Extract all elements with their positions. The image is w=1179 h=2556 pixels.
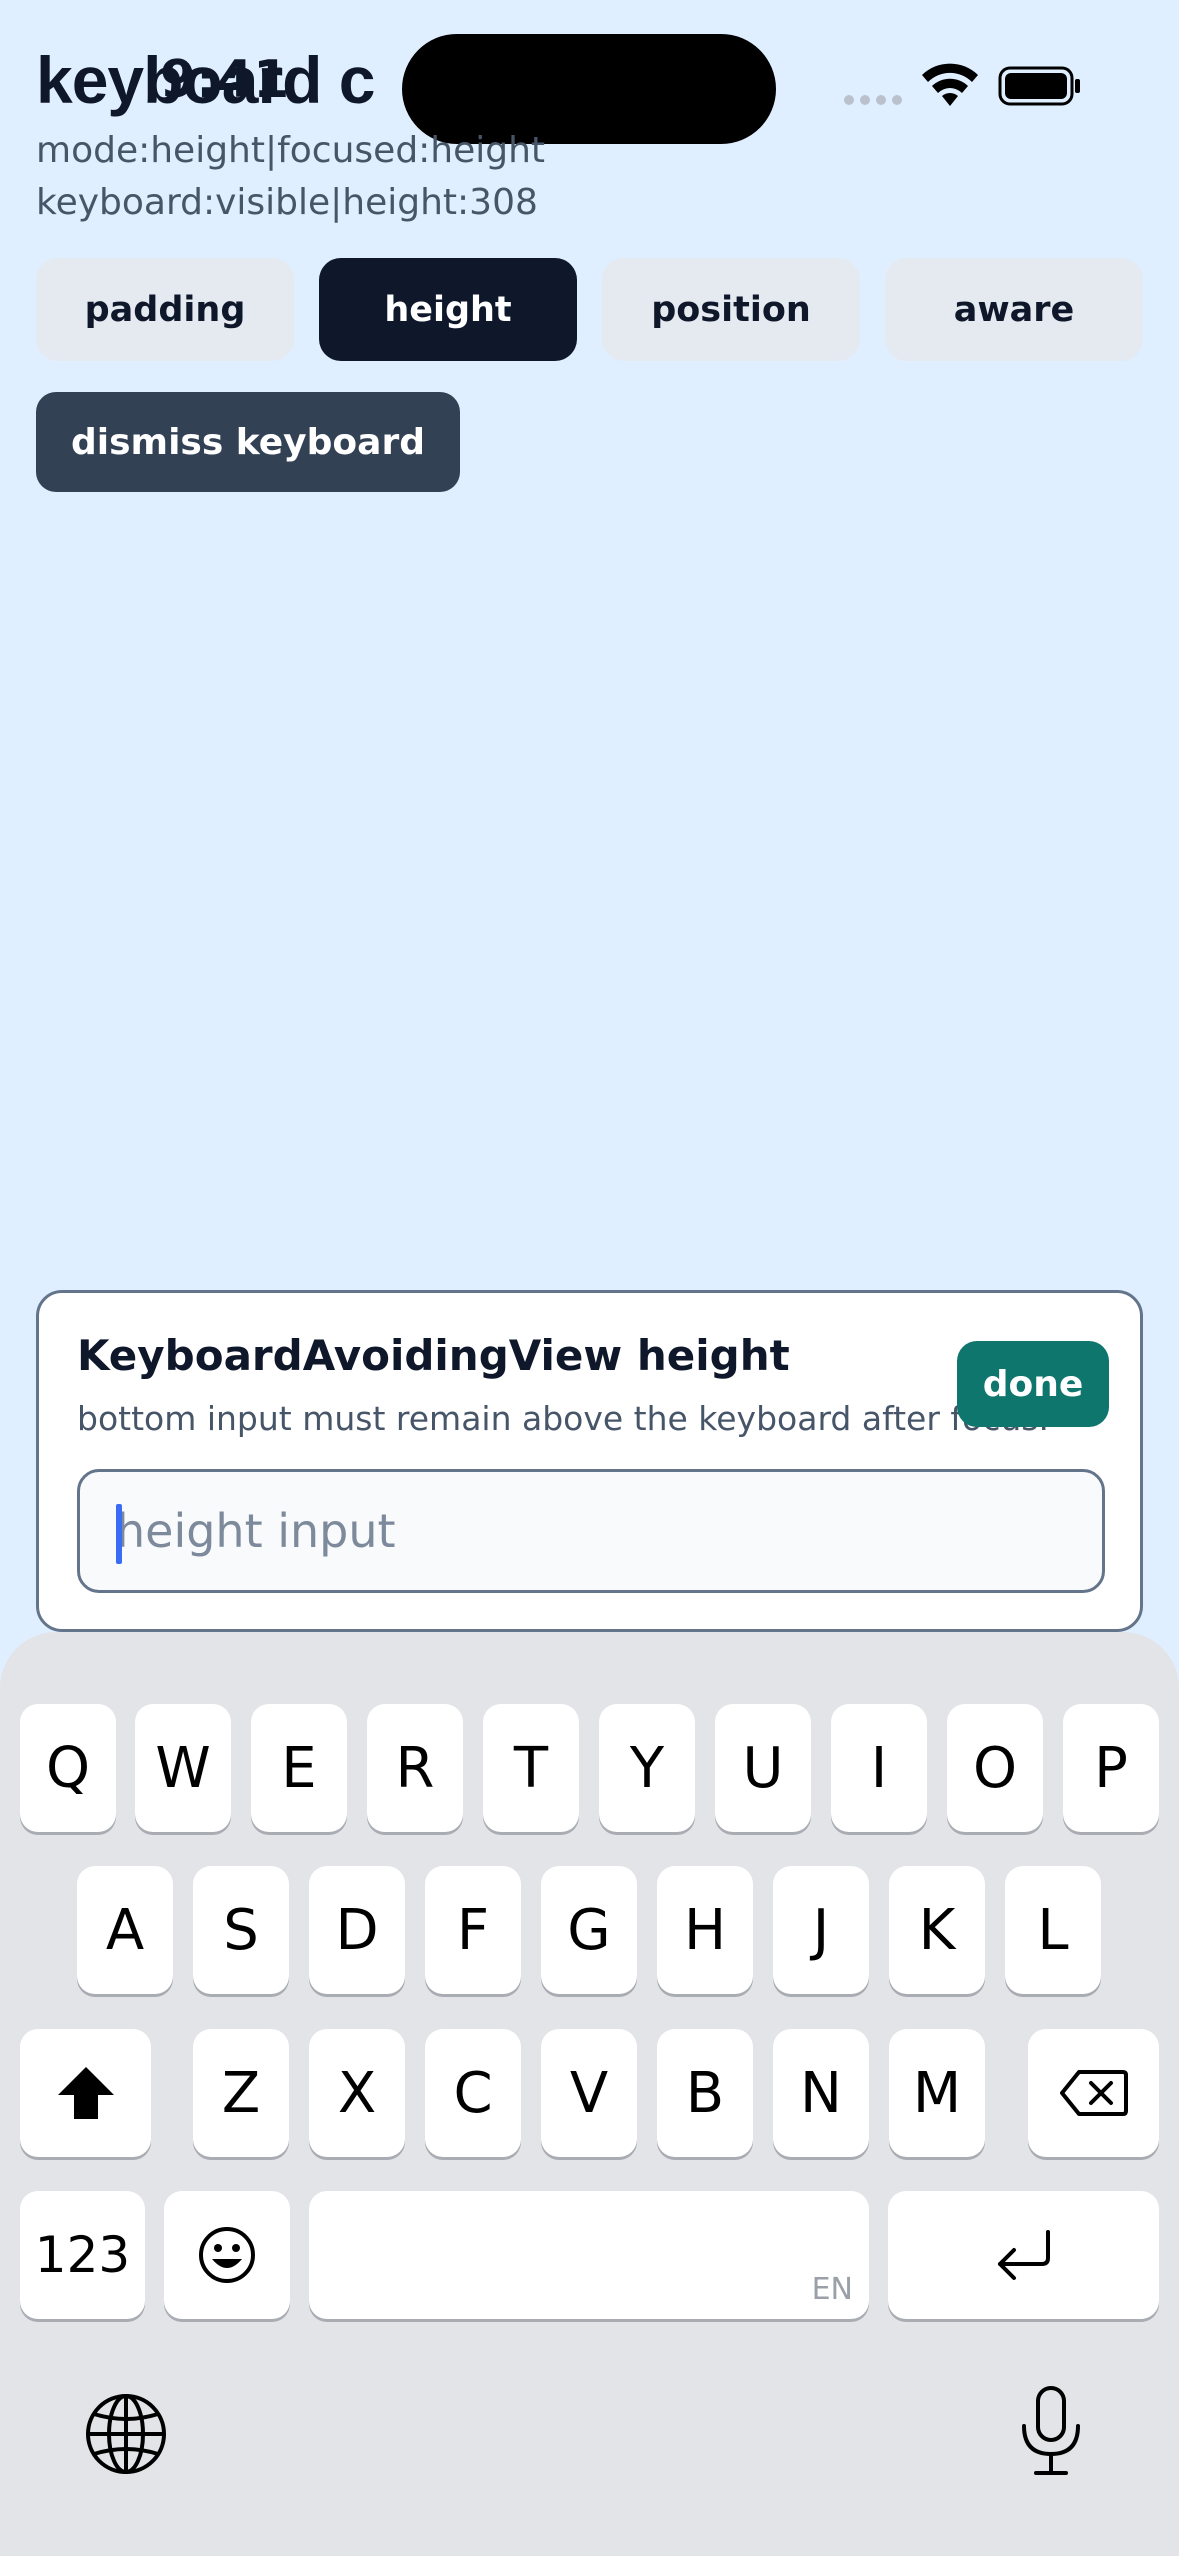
return-key[interactable] (888, 2191, 1159, 2319)
key-e[interactable]: E (251, 1704, 347, 1832)
key-m[interactable]: M (889, 2029, 985, 2157)
key-i[interactable]: I (831, 1704, 927, 1832)
wifi-icon (922, 63, 978, 106)
key-y[interactable]: Y (599, 1704, 695, 1832)
delete-key[interactable] (1028, 2029, 1159, 2157)
key-w[interactable]: W (135, 1704, 231, 1832)
mode-status-text: mode:height|focused:height (36, 130, 546, 171)
height-input-container (77, 1469, 1105, 1593)
emoji-icon (199, 2227, 255, 2283)
globe-icon[interactable] (84, 2392, 168, 2476)
numbers-key[interactable]: 123 (20, 2191, 145, 2319)
mode-selector: padding height position aware (36, 258, 1143, 361)
shift-icon (57, 2067, 114, 2119)
avoiding-view-card: KeyboardAvoidingView height bottom input… (36, 1290, 1143, 1632)
key-h[interactable]: H (657, 1866, 753, 1994)
height-input[interactable] (80, 1472, 1102, 1590)
return-icon (997, 2230, 1050, 2280)
key-z[interactable]: Z (193, 2029, 289, 2157)
key-n[interactable]: N (773, 2029, 869, 2157)
backspace-icon (1059, 2070, 1128, 2116)
key-l[interactable]: L (1005, 1866, 1101, 1994)
keyboard-status-text: keyboard:visible|height:308 (36, 182, 538, 223)
text-caret (116, 1504, 122, 1564)
battery-icon (998, 66, 1080, 106)
microphone-icon[interactable] (1014, 2384, 1088, 2478)
key-r[interactable]: R (367, 1704, 463, 1832)
key-j[interactable]: J (773, 1866, 869, 1994)
shift-key[interactable] (20, 2029, 151, 2157)
mode-button-aware[interactable]: aware (885, 258, 1143, 361)
key-q[interactable]: Q (20, 1704, 116, 1832)
software-keyboard: Q W E R T Y U I O P A S D F G H J K L Z … (0, 1632, 1179, 2556)
mode-button-padding[interactable]: padding (36, 258, 294, 361)
key-x[interactable]: X (309, 2029, 405, 2157)
key-t[interactable]: T (483, 1704, 579, 1832)
done-button[interactable]: done (957, 1341, 1109, 1427)
emoji-key[interactable] (164, 2191, 290, 2319)
key-f[interactable]: F (425, 1866, 521, 1994)
key-o[interactable]: O (947, 1704, 1043, 1832)
mode-button-height[interactable]: height (319, 258, 577, 361)
key-c[interactable]: C (425, 2029, 521, 2157)
key-u[interactable]: U (715, 1704, 811, 1832)
page-title: keyboard c (36, 43, 375, 117)
key-a[interactable]: A (77, 1866, 173, 1994)
key-p[interactable]: P (1063, 1704, 1159, 1832)
card-title: KeyboardAvoidingView height (77, 1331, 790, 1380)
key-k[interactable]: K (889, 1866, 985, 1994)
key-b[interactable]: B (657, 2029, 753, 2157)
dynamic-island (402, 34, 776, 144)
key-s[interactable]: S (193, 1866, 289, 1994)
key-d[interactable]: D (309, 1866, 405, 1994)
mode-button-position[interactable]: position (602, 258, 860, 361)
cellular-signal-icon (844, 95, 902, 105)
space-key[interactable]: EN (309, 2191, 869, 2319)
key-v[interactable]: V (541, 2029, 637, 2157)
dismiss-keyboard-button[interactable]: dismiss keyboard (36, 392, 460, 492)
card-subtitle: bottom input must remain above the keybo… (77, 1399, 1049, 1438)
key-g[interactable]: G (541, 1866, 637, 1994)
keyboard-language-label: EN (811, 2272, 853, 2307)
